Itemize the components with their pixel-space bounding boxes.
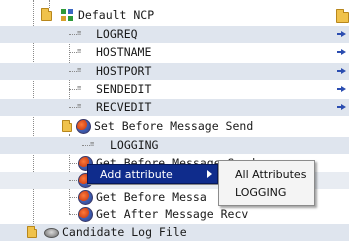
tree-leaf-label: LOGGING — [110, 138, 159, 152]
tree-node-label: Get After Message Recv — [96, 207, 249, 221]
tree-node-label: Candidate Log File — [62, 225, 187, 239]
tree-branch-line — [69, 180, 77, 181]
folder-open-icon — [41, 8, 52, 21]
tree-branch-line — [69, 163, 77, 164]
tree-leaf-logreq[interactable]: ≡ LOGREQ — [0, 26, 349, 43]
grid-icon — [61, 9, 74, 22]
attribute-leaf-icon: ≡ — [77, 84, 82, 92]
tree-branch-line — [69, 107, 77, 108]
tree-branch-line — [69, 197, 77, 198]
globe-icon — [78, 190, 93, 205]
arrow-right-icon — [337, 68, 346, 74]
tree-node-label: Default NCP — [78, 8, 155, 22]
tree-node-get-after-message-recv[interactable]: Get After Message Recv — [0, 206, 349, 223]
globe-icon — [76, 119, 91, 134]
tree-branch-line — [69, 214, 77, 215]
tree-node-default-ncp[interactable]: Default NCP — [0, 7, 349, 24]
tree-leaf-label: SENDEDIT — [96, 82, 152, 96]
attribute-leaf-icon: ≡ — [77, 102, 82, 110]
tree-leaf-hostport[interactable]: ≡ HOSTPORT — [0, 63, 349, 80]
globe-icon — [78, 207, 93, 222]
submenu-arrow-icon — [207, 170, 212, 178]
tree-leaf-label: LOGREQ — [96, 27, 138, 41]
tree-leaf-label: HOSTNAME — [96, 45, 152, 59]
tree-branch-line — [69, 52, 77, 53]
arrow-right-icon — [337, 49, 346, 55]
tree-leaf-hostname[interactable]: ≡ HOSTNAME — [0, 44, 349, 61]
folder-icon — [336, 9, 349, 23]
attribute-leaf-icon: ≡ — [77, 66, 82, 74]
attribute-tree: Default NCP ≡ LOGREQ ≡ HOSTNAME ≡ HOSTPO… — [0, 0, 349, 242]
context-menu-add-attribute[interactable]: Add attribute — [87, 164, 218, 184]
submenu-item-logging[interactable]: LOGGING — [235, 186, 286, 200]
arrow-right-icon — [337, 31, 346, 37]
tree-branch-line — [69, 34, 77, 35]
arrow-right-icon — [337, 104, 346, 110]
attribute-leaf-icon: ≡ — [90, 140, 95, 148]
submenu-attributes: All Attributes LOGGING — [218, 160, 315, 206]
tree-node-label: Set Before Message Send — [94, 119, 254, 133]
tree-branch-line — [69, 89, 77, 90]
tree-node-candidate-log-file[interactable]: Candidate Log File — [0, 224, 349, 241]
folder-icon — [27, 226, 37, 238]
attribute-leaf-icon: ≡ — [77, 47, 82, 55]
arrow-right-icon — [337, 86, 346, 92]
tree-branch-line — [82, 145, 90, 146]
tree-leaf-label: HOSTPORT — [96, 64, 152, 78]
tree-leaf-recvedit[interactable]: ≡ RECVEDIT — [0, 99, 349, 116]
tree-leaf-label: RECVEDIT — [96, 100, 152, 114]
tree-node-set-before-message-send[interactable]: Set Before Message Send — [0, 118, 349, 135]
tree-branch-line — [69, 71, 77, 72]
disk-icon — [44, 228, 59, 238]
tree-leaf-sendedit[interactable]: ≡ SENDEDIT — [0, 81, 349, 98]
submenu-item-all-attributes[interactable]: All Attributes — [235, 168, 306, 182]
tree-node-label: Get Before Messa — [96, 190, 207, 204]
context-menu-item-label: Add attribute — [100, 167, 173, 181]
tree-leaf-logging[interactable]: ≡ LOGGING — [0, 137, 349, 154]
attribute-leaf-icon: ≡ — [77, 29, 82, 37]
folder-open-icon — [62, 120, 72, 132]
